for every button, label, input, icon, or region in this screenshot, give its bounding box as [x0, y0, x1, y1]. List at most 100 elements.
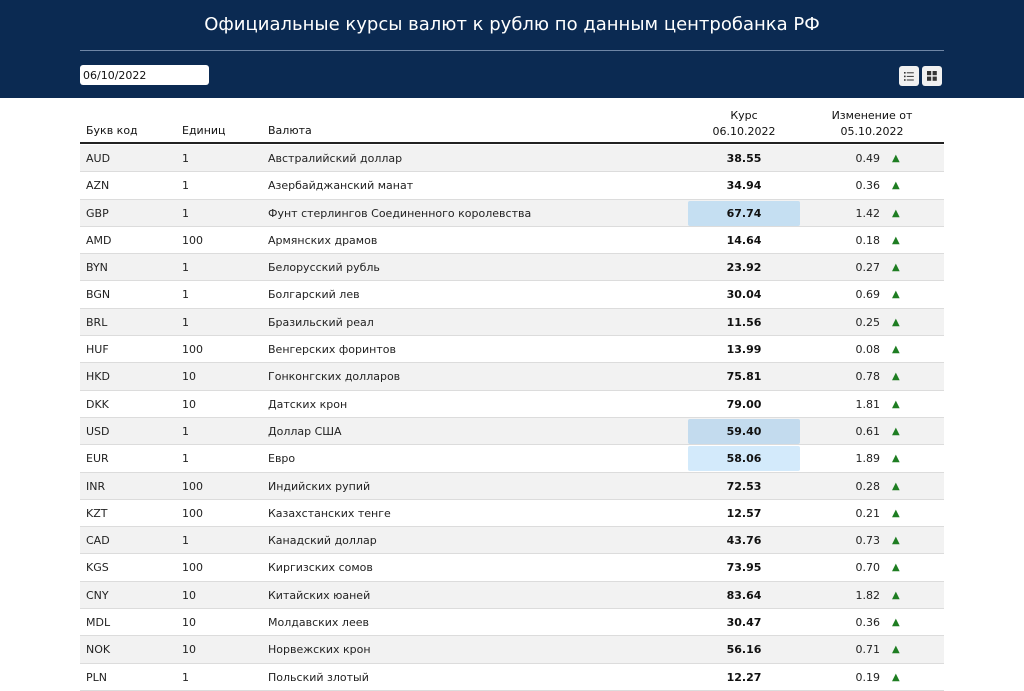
rate-change: 1.42: [855, 206, 881, 220]
currency-rate: 58.06: [688, 446, 800, 472]
table-row[interactable]: HUF 100 Венгерских форинтов 13.99 0.08 ▲: [80, 336, 944, 364]
arrow-up-icon: ▲: [892, 371, 900, 383]
column-header-change[interactable]: Изменение от 05.10.2022: [820, 108, 924, 140]
currency-units: 1: [182, 315, 189, 329]
currency-rate: 13.99: [726, 343, 762, 357]
arrow-up-icon: ▲: [892, 180, 900, 192]
currency-rate: 11.56: [726, 315, 762, 329]
currency-name: Болгарский лев: [268, 288, 360, 302]
currency-rate: 30.47: [726, 616, 762, 630]
table-row[interactable]: KZT 100 Казахстанских тенге 12.57 0.21 ▲: [80, 499, 944, 528]
table-row[interactable]: AZN 1 Азербайджанский манат 34.94 0.36 ▲: [80, 172, 944, 200]
currency-units: 10: [182, 397, 196, 411]
column-header-code[interactable]: Букв код: [86, 124, 138, 137]
currency-units: 1: [182, 670, 189, 684]
currency-name: Норвежских крон: [268, 643, 371, 657]
currency-name: Молдавских леев: [268, 616, 369, 630]
currency-rate: 12.57: [726, 506, 762, 520]
table-row[interactable]: KGS 100 Киргизских сомов 73.95 0.70 ▲: [80, 554, 944, 582]
rate-change: 1.82: [855, 588, 881, 602]
currency-code: AMD: [86, 233, 112, 247]
table-row[interactable]: BGN 1 Болгарский лев 30.04 0.69 ▲: [80, 281, 944, 309]
list-view-button[interactable]: [899, 66, 919, 86]
currency-name: Доллар США: [268, 424, 342, 438]
arrow-up-icon: ▲: [892, 153, 900, 164]
table-row[interactable]: DKK 10 Датских крон 79.00 1.81 ▲: [80, 390, 944, 418]
currency-code: AZN: [86, 179, 110, 193]
column-header-rate[interactable]: Курс 06.10.2022: [688, 108, 800, 140]
currency-units: 10: [182, 643, 196, 657]
table-row[interactable]: AMD 100 Армянских драмов 14.64 0.18 ▲: [80, 226, 944, 255]
rate-change: 0.69: [855, 288, 881, 302]
date-input[interactable]: [80, 65, 209, 85]
table-row[interactable]: NOK 10 Норвежских крон 56.16 0.71 ▲: [80, 636, 944, 664]
currency-rate: 79.00: [726, 397, 762, 411]
table-row[interactable]: HKD 10 Гонконгских долларов 75.81 0.78 ▲: [80, 363, 944, 391]
rate-change: 0.49: [855, 152, 881, 165]
currency-code: NOK: [86, 643, 111, 657]
currency-code: BYN: [86, 261, 108, 275]
currency-name: Канадский доллар: [268, 534, 377, 548]
currency-units: 1: [182, 534, 189, 548]
table-row[interactable]: INR 100 Индийских рупий 72.53 0.28 ▲: [80, 472, 944, 500]
arrow-up-icon: ▲: [892, 398, 900, 410]
table-header: Букв код Единиц Валюта Курс 06.10.2022 И…: [80, 104, 944, 144]
table-row[interactable]: USD 1 Доллар США 59.40 0.61 ▲: [80, 417, 944, 446]
currency-rate: 43.76: [726, 534, 762, 548]
rate-change: 0.18: [855, 233, 881, 247]
table-row[interactable]: MDL 10 Молдавских леев 30.47 0.36 ▲: [80, 609, 944, 637]
currency-rate: 59.40: [688, 418, 800, 444]
arrow-up-icon: ▲: [892, 562, 900, 574]
table-row[interactable]: CAD 1 Канадский доллар 43.76 0.73 ▲: [80, 527, 944, 555]
column-header-units[interactable]: Единиц: [182, 124, 226, 137]
rate-change: 1.81: [855, 397, 881, 411]
currency-units: 10: [182, 616, 196, 630]
currency-name: Индийских рупий: [268, 479, 371, 493]
arrow-up-icon: ▲: [892, 316, 900, 328]
arrow-up-icon: ▲: [892, 535, 900, 547]
currency-units: 100: [182, 561, 203, 575]
list-icon: [904, 71, 914, 81]
currency-units: 100: [182, 233, 203, 247]
table-row[interactable]: CNY 10 Китайских юаней 83.64 1.82 ▲: [80, 581, 944, 610]
rate-change: 0.70: [855, 561, 881, 575]
grid-view-button[interactable]: [922, 66, 942, 86]
arrow-up-icon: ▲: [892, 480, 900, 492]
currency-rate: 23.92: [726, 261, 762, 275]
table-row[interactable]: BYN 1 Белорусский рубль 23.92 0.27 ▲: [80, 254, 944, 282]
rate-change: 1.89: [855, 452, 881, 466]
rate-change: 0.73: [855, 534, 881, 548]
currency-rate: 56.16: [726, 643, 762, 657]
page-title: Официальные курсы валют к рублю по данны…: [204, 14, 820, 35]
currency-code: CAD: [86, 534, 110, 548]
currency-rate: 34.94: [726, 179, 762, 193]
column-header-currency[interactable]: Валюта: [268, 124, 312, 137]
currency-units: 1: [182, 424, 189, 438]
page-header: Официальные курсы валют к рублю по данны…: [0, 0, 1024, 98]
table-row[interactable]: BRL 1 Бразильский реал 11.56 0.25 ▲: [80, 308, 944, 337]
currency-code: CNY: [86, 588, 109, 602]
currency-units: 1: [182, 288, 189, 302]
table-row[interactable]: AUD 1 Австралийский доллар 38.55 0.49 ▲: [80, 145, 944, 173]
currency-units: 1: [182, 261, 189, 275]
column-header-rate-label: Курс: [730, 109, 758, 122]
currency-code: MDL: [86, 616, 111, 630]
currency-name: Киргизских сомов: [268, 561, 373, 575]
currency-units: 100: [182, 479, 203, 493]
currency-units: 10: [182, 370, 196, 384]
arrow-up-icon: ▲: [892, 425, 900, 437]
arrow-up-icon: ▲: [892, 234, 900, 246]
currency-name: Азербайджанский манат: [268, 179, 414, 193]
header-divider: [80, 50, 944, 51]
table-row[interactable]: EUR 1 Евро 58.06 1.89 ▲: [80, 445, 944, 473]
currency-code: EUR: [86, 452, 109, 466]
currency-code: KZT: [86, 506, 108, 520]
rate-change: 0.78: [855, 370, 881, 384]
currency-name: Бразильский реал: [268, 315, 374, 329]
table-row[interactable]: GBP 1 Фунт стерлингов Соединенного королев…: [80, 199, 944, 227]
arrow-up-icon: ▲: [892, 344, 900, 356]
currency-units: 1: [182, 152, 189, 165]
currency-name: Венгерских форинтов: [268, 343, 396, 357]
currency-code: INR: [86, 479, 106, 493]
table-row[interactable]: PLN 1 Польский злотый 12.27 0.19 ▲: [80, 663, 944, 691]
